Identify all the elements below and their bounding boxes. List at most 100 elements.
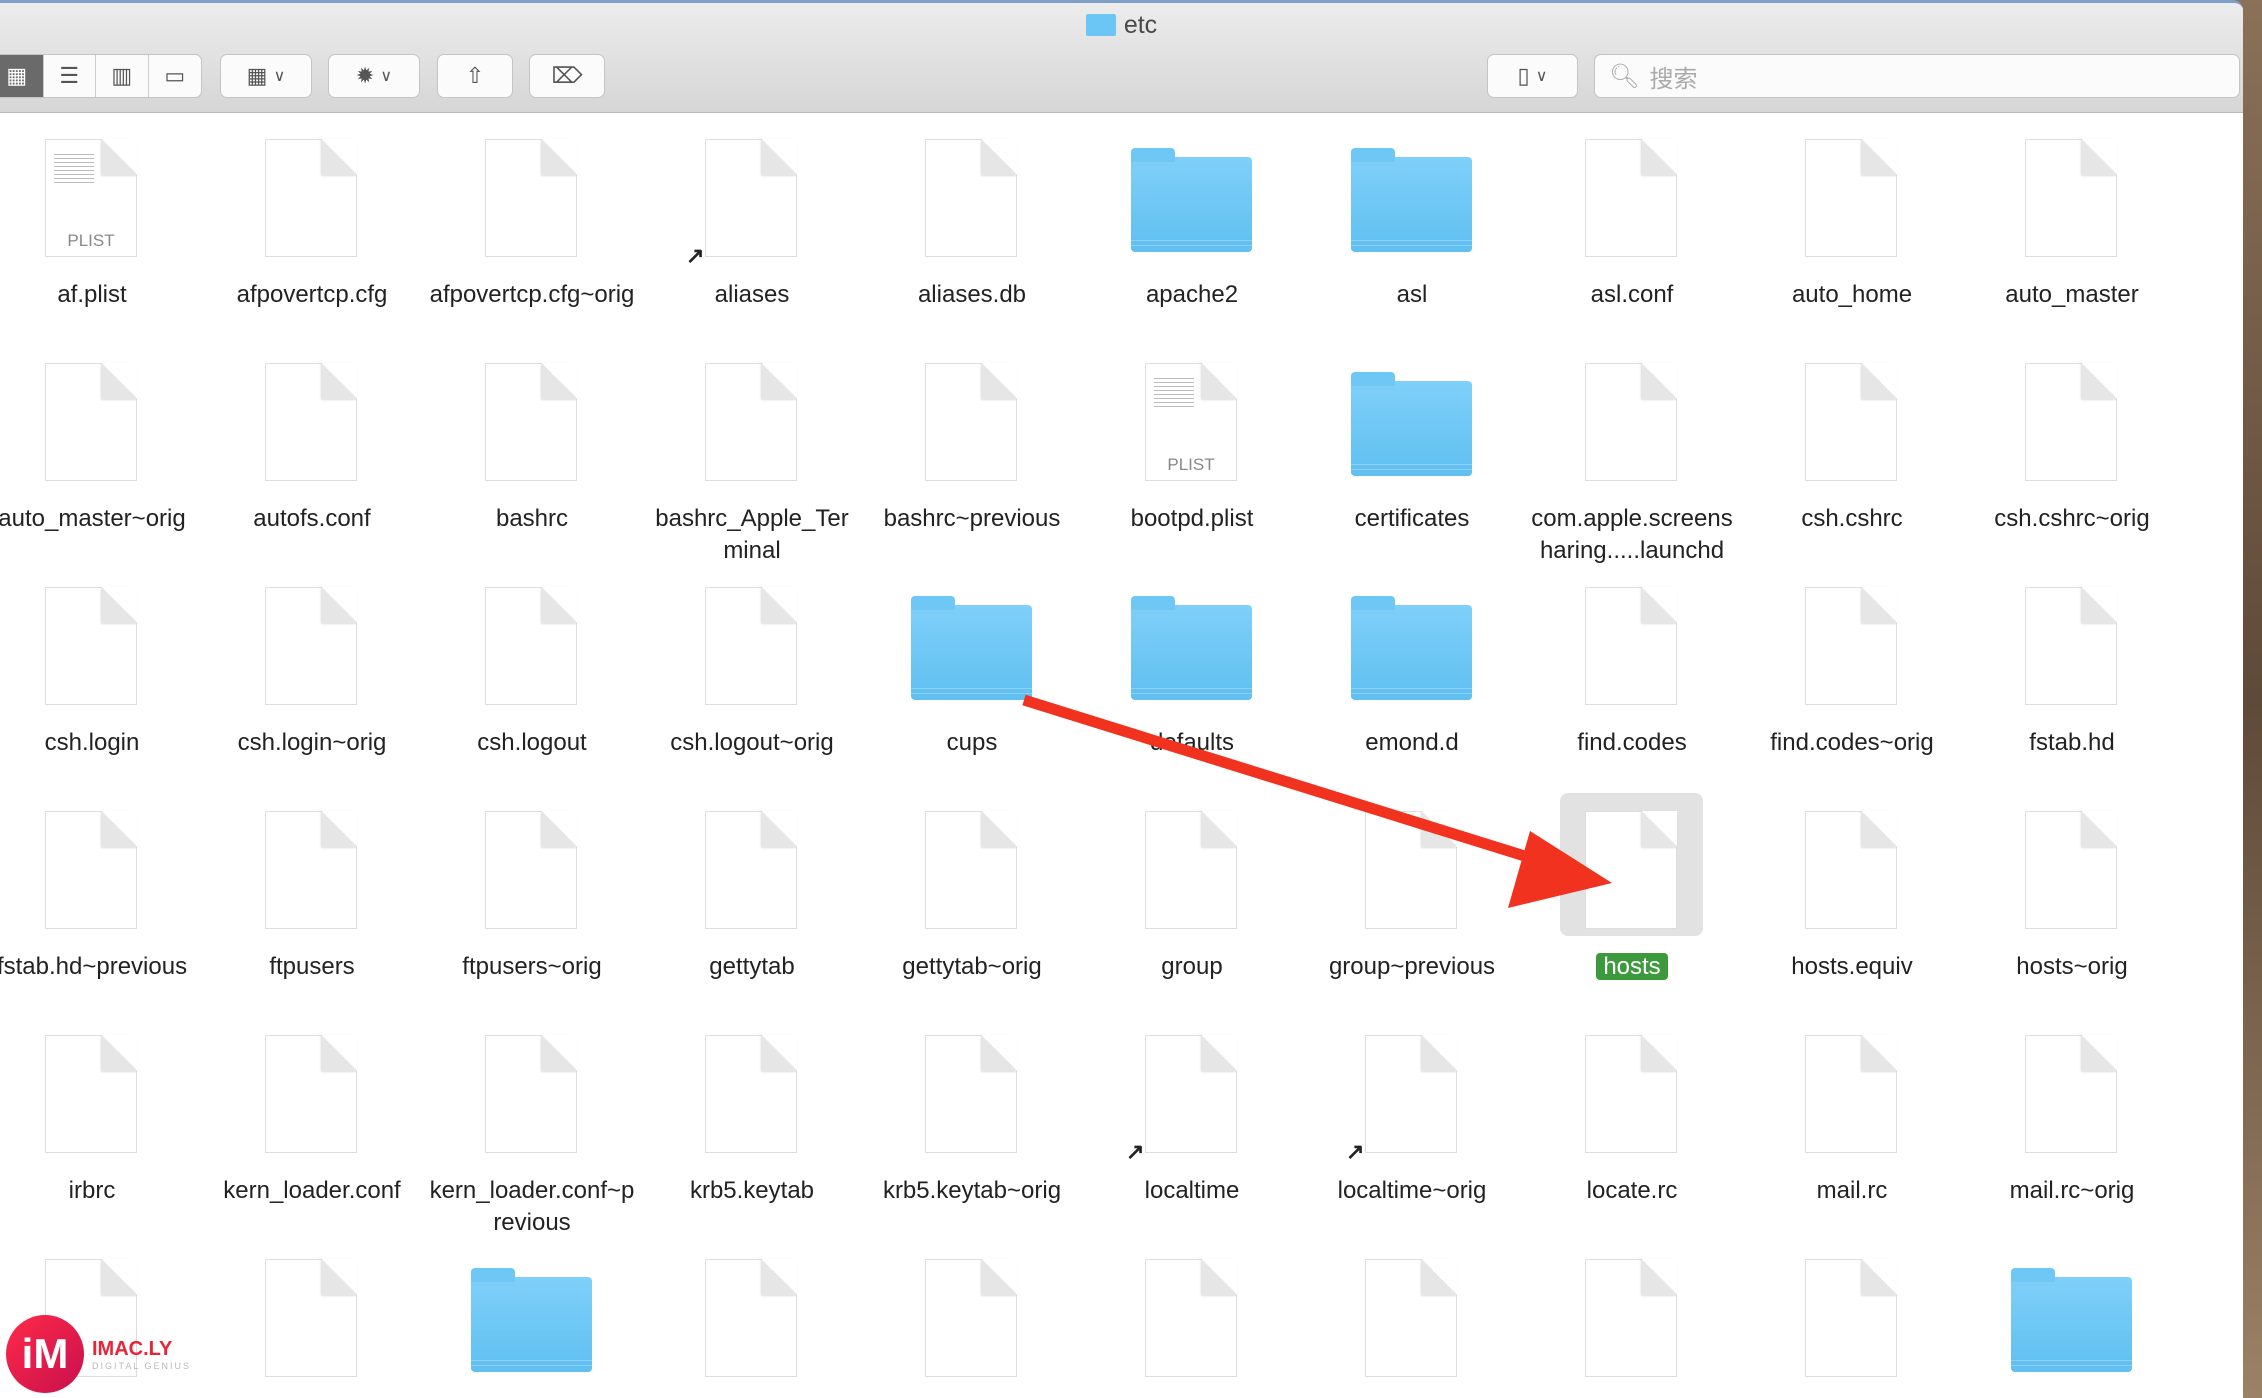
file-name: krb5.keytab~orig <box>862 1175 1082 1207</box>
file-name-text: aliases <box>714 281 790 308</box>
page-curl <box>2082 139 2117 175</box>
file-name: afpovertcp.cfg~orig <box>422 279 642 311</box>
file-name: auto_master~orig <box>0 503 202 535</box>
device-icon: ▯ <box>1517 63 1530 88</box>
file-name: csh.login <box>0 727 202 759</box>
file-name-text: fstab.hd~previous <box>0 953 188 980</box>
group-by-icon: ▦ <box>246 63 268 88</box>
file-name: autofs.conf <box>202 503 422 535</box>
page-curl <box>2082 363 2117 399</box>
file-name: fstab.hd~previous <box>0 951 202 983</box>
file-name-text: localtime <box>1144 1177 1240 1204</box>
view-mode-control[interactable]: ▦ ☰ ▥ ▭ <box>0 54 202 98</box>
page-curl <box>322 587 357 623</box>
file-name-text: csh.login~orig <box>237 729 387 756</box>
page-curl <box>322 811 357 847</box>
file-name: bashrc <box>422 503 642 535</box>
gear-icon: ✹ <box>355 63 375 88</box>
file-name-text: bashrc~previous <box>883 505 1061 532</box>
page-curl <box>1202 1259 1237 1295</box>
alias-arrow-icon: ↗ <box>686 243 705 268</box>
file-name: bashrc_Apple_Terminal <box>642 503 862 567</box>
file-name-text: csh.logout~orig <box>670 729 834 756</box>
page-curl <box>1862 1259 1897 1295</box>
page-curl <box>1642 139 1677 175</box>
plist-badge: PLIST <box>1167 455 1215 474</box>
watermark-name: IMAC.LY <box>92 1337 173 1360</box>
page-curl <box>1642 811 1677 847</box>
file-name: af.plist <box>0 279 202 311</box>
page-curl <box>982 139 1017 175</box>
folder-icon <box>1351 596 1472 700</box>
file-name-text: bashrc_Apple_Terminal <box>655 505 849 564</box>
page-curl <box>102 363 137 399</box>
file-name: asl <box>1302 279 1522 311</box>
action-button[interactable]: ✹ ∨ <box>328 54 420 98</box>
file-name: auto_home <box>1742 279 1962 311</box>
gallery-view-button[interactable]: ▭ <box>149 55 201 97</box>
file-name-text: krb5.keytab~orig <box>882 1177 1062 1204</box>
file-name: localtime~orig <box>1302 1175 1522 1207</box>
page-curl <box>1202 811 1237 847</box>
page-curl <box>542 139 577 175</box>
icon-view-button[interactable]: ▦ <box>0 55 44 97</box>
page-curl <box>542 1035 577 1071</box>
page-curl <box>1862 139 1897 175</box>
list-view-button[interactable]: ☰ <box>44 55 96 97</box>
file-name-text: gettytab <box>709 953 795 980</box>
chevron-down-icon: ∨ <box>380 68 393 85</box>
file-name-text: aliases.db <box>917 281 1027 308</box>
file-name-text: defaults <box>1149 729 1235 756</box>
file-name: krb5.keytab <box>642 1175 862 1207</box>
page-curl <box>542 363 577 399</box>
page-curl <box>1642 363 1677 399</box>
page-curl <box>542 587 577 623</box>
file-name-text: find.codes~orig <box>1770 729 1934 756</box>
plist-preview <box>54 151 94 186</box>
page-curl <box>762 363 797 399</box>
file-name: bashrc~previous <box>862 503 1082 535</box>
share-icon: ⇧ <box>465 63 485 88</box>
page-curl <box>982 1035 1017 1071</box>
page-curl <box>102 1259 137 1295</box>
page-curl <box>542 811 577 847</box>
page-curl <box>1862 1035 1897 1071</box>
page-curl <box>1862 363 1897 399</box>
file-name: mail.rc <box>1742 1175 1962 1207</box>
folder-icon <box>1131 148 1252 252</box>
page-curl <box>102 139 137 175</box>
file-name-text: cups <box>946 729 998 756</box>
device-button[interactable]: ▯ ∨ <box>1487 54 1578 98</box>
file-name-text: afpovertcp.cfg <box>236 281 388 308</box>
page-curl <box>1642 1035 1677 1071</box>
file-name: kern_loader.conf~previous <box>422 1175 642 1239</box>
page-curl <box>2082 811 2117 847</box>
page-curl <box>1202 1035 1237 1071</box>
file-name: csh.cshrc <box>1742 503 1962 535</box>
page-curl <box>322 1259 357 1295</box>
column-view-button[interactable]: ▥ <box>96 55 149 97</box>
file-name-text: kern_loader.conf <box>223 1177 401 1204</box>
file-name-text: localtime~orig <box>1337 1177 1487 1204</box>
search-input[interactable]: 🔍︎ 搜索 <box>1594 54 2240 98</box>
page-curl <box>1422 1259 1457 1295</box>
page-curl <box>2082 587 2117 623</box>
watermark-logo: iM <box>6 1315 84 1393</box>
group-by-button[interactable]: ▦ ∨ <box>220 54 312 98</box>
file-name: irbrc <box>0 1175 202 1207</box>
file-name: csh.cshrc~orig <box>1962 503 2182 535</box>
file-name-text: asl <box>1396 281 1428 308</box>
file-name-text: hosts.equiv <box>1791 953 1913 980</box>
file-name: mail.rc~orig <box>1962 1175 2182 1207</box>
file-name: com.apple.screensharing.....launchd <box>1522 503 1742 567</box>
file-name: gettytab~orig <box>862 951 1082 983</box>
file-name-text: group~previous <box>1328 953 1496 980</box>
file-name: apache2 <box>1082 279 1302 311</box>
file-name-text: csh.logout <box>477 729 587 756</box>
file-name-text: ftpusers <box>269 953 355 980</box>
tag-button[interactable]: ⌦ <box>529 54 605 98</box>
share-button[interactable]: ⇧ <box>437 54 513 98</box>
search-icon: 🔍︎ <box>1609 62 1640 90</box>
page-curl <box>322 139 357 175</box>
plist-badge: PLIST <box>67 231 115 250</box>
